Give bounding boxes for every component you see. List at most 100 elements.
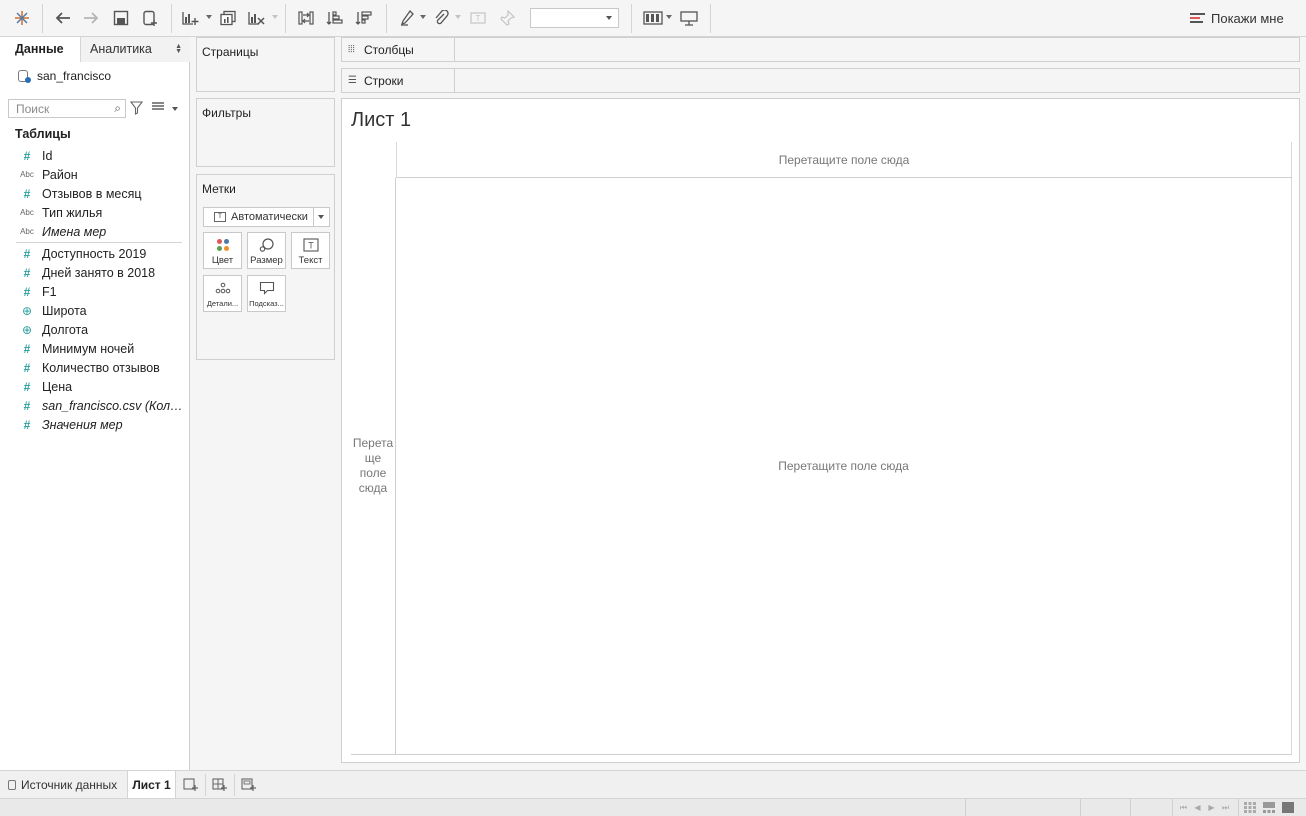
field-item[interactable]: ⊕ Широта: [0, 301, 190, 320]
size-label: Размер: [250, 255, 283, 266]
tab-datasource[interactable]: Источник данных: [0, 771, 117, 798]
field-item[interactable]: # san_francisco.csv (Количество): [0, 396, 190, 415]
new-worksheet-dropdown[interactable]: [206, 15, 212, 19]
field-item[interactable]: Abc Имена мер: [0, 222, 190, 241]
undo-icon[interactable]: [52, 7, 74, 29]
field-name: Район: [42, 167, 78, 182]
toolbar: T Покажи мне: [0, 0, 1306, 37]
field-name: Значения мер: [42, 417, 123, 432]
filter-icon[interactable]: [129, 101, 144, 116]
tab-analytics[interactable]: Аналитика ▲ ▼: [81, 37, 190, 62]
columns-shelf[interactable]: ⦙⦙⦙ Столбцы: [341, 37, 1300, 62]
fit-dropdown[interactable]: [530, 8, 619, 28]
sheet-title[interactable]: Лист 1: [351, 109, 411, 132]
field-item[interactable]: # Отзывов в месяц: [0, 184, 190, 203]
new-story-tab-icon[interactable]: [238, 776, 260, 794]
marks-title: Метки: [202, 182, 236, 196]
group-dropdown[interactable]: [455, 15, 461, 19]
new-worksheet-icon[interactable]: [179, 7, 201, 29]
clear-sheet-icon[interactable]: [245, 7, 267, 29]
labels-icon[interactable]: T: [467, 7, 489, 29]
new-worksheet-tab-icon[interactable]: [180, 776, 202, 794]
tab-sheet-1[interactable]: Лист 1: [127, 771, 176, 798]
field-item[interactable]: # Значения мер: [0, 415, 190, 434]
filmstrip-icon[interactable]: [1263, 802, 1275, 813]
geo-type-icon: ⊕: [21, 303, 33, 318]
rows-drop-zone[interactable]: Перета ще поле сюда: [351, 178, 396, 755]
tab-analytics-label: Аналитика: [90, 42, 152, 56]
filters-card[interactable]: Фильтры: [196, 98, 335, 167]
field-item[interactable]: # Количество отзывов: [0, 358, 190, 377]
main-drop-zone[interactable]: Перетащите поле сюда: [396, 178, 1292, 755]
columns-drop-zone[interactable]: Перетащите поле сюда: [396, 142, 1292, 178]
field-item[interactable]: # F1: [0, 282, 190, 301]
detail-button[interactable]: Детали...: [203, 275, 242, 312]
list-view-icon[interactable]: [152, 102, 164, 113]
number-type-icon: #: [23, 246, 31, 261]
field-item[interactable]: # Цена: [0, 377, 190, 396]
next-sheet-icon[interactable]: ▶: [1206, 802, 1217, 813]
new-data-source-icon[interactable]: [139, 7, 161, 29]
automatic-mark-icon: T: [214, 212, 226, 222]
sort-descending-icon[interactable]: [353, 7, 375, 29]
sort-ascending-icon[interactable]: [324, 7, 346, 29]
field-item[interactable]: Abc Тип жилья: [0, 203, 190, 222]
field-item[interactable]: # Минимум ночей: [0, 339, 190, 358]
field-item[interactable]: Abc Район: [0, 165, 190, 184]
mark-type-dropdown[interactable]: T Автоматически: [203, 207, 330, 227]
field-item[interactable]: # Доступность 2019: [0, 244, 190, 263]
search-field[interactable]: ⌕: [8, 99, 126, 118]
last-sheet-icon[interactable]: ⏭: [1220, 802, 1231, 813]
show-cards-icon[interactable]: [642, 7, 664, 29]
show-cards-dropdown[interactable]: [666, 15, 672, 19]
first-sheet-icon[interactable]: ⏮: [1178, 802, 1189, 813]
tooltip-icon: [259, 281, 274, 295]
clear-dropdown[interactable]: [272, 15, 278, 19]
datasource-item[interactable]: san_francisco: [17, 68, 111, 84]
worksheet-view: Лист 1 Перетащите поле сюда Перета ще по…: [341, 98, 1300, 763]
search-input[interactable]: [9, 100, 109, 117]
field-item[interactable]: # Id: [0, 146, 190, 165]
tableau-logo-icon[interactable]: [11, 7, 33, 29]
tab-data[interactable]: Данные: [0, 37, 81, 62]
color-button[interactable]: Цвет: [203, 232, 242, 269]
sheet-sorter-icon[interactable]: [1244, 802, 1256, 813]
show-me-label: Покажи мне: [1211, 10, 1284, 26]
group-icon[interactable]: [430, 7, 452, 29]
redo-icon[interactable]: [80, 7, 102, 29]
highlight-icon[interactable]: [396, 7, 418, 29]
save-icon[interactable]: [110, 7, 132, 29]
field-name: Минимум ночей: [42, 341, 135, 356]
fix-axes-icon[interactable]: [496, 7, 518, 29]
number-type-icon: #: [23, 417, 31, 432]
tooltip-button[interactable]: Подсказ...: [247, 275, 286, 312]
highlight-dropdown[interactable]: [420, 15, 426, 19]
field-item[interactable]: # Дней занято в 2018: [0, 263, 190, 282]
text-button[interactable]: T Текст: [291, 232, 330, 269]
number-type-icon: #: [23, 265, 31, 280]
duplicate-icon[interactable]: [217, 7, 239, 29]
swap-rows-columns-icon[interactable]: [295, 7, 317, 29]
number-type-icon: #: [23, 398, 31, 413]
mark-type-label: Автоматически: [231, 211, 308, 223]
mark-type-caret[interactable]: [313, 208, 329, 226]
rows-shelf[interactable]: ☰ Строки: [341, 68, 1300, 93]
number-type-icon: #: [23, 341, 31, 356]
view-dropdown[interactable]: [172, 107, 178, 111]
rows-label: Строки: [364, 73, 404, 88]
new-dashboard-tab-icon[interactable]: [209, 776, 231, 794]
number-type-icon: #: [23, 360, 31, 375]
sheet-tab-bar: Источник данных Лист 1: [0, 770, 1306, 798]
number-type-icon: #: [23, 284, 31, 299]
previous-sheet-icon[interactable]: ◀: [1192, 802, 1203, 813]
field-name: Дней занято в 2018: [42, 265, 156, 280]
datasource-tab-icon: [8, 779, 16, 790]
tabs-view-icon[interactable]: [1282, 802, 1294, 813]
size-button[interactable]: Размер: [247, 232, 286, 269]
show-me-button[interactable]: Покажи мне: [1190, 7, 1284, 29]
field-item[interactable]: ⊕ Долгота: [0, 320, 190, 339]
pages-card[interactable]: Страницы: [196, 37, 335, 92]
field-name: Тип жилья: [42, 205, 103, 220]
datasource-name: san_francisco: [37, 69, 112, 83]
presentation-mode-icon[interactable]: [678, 7, 700, 29]
